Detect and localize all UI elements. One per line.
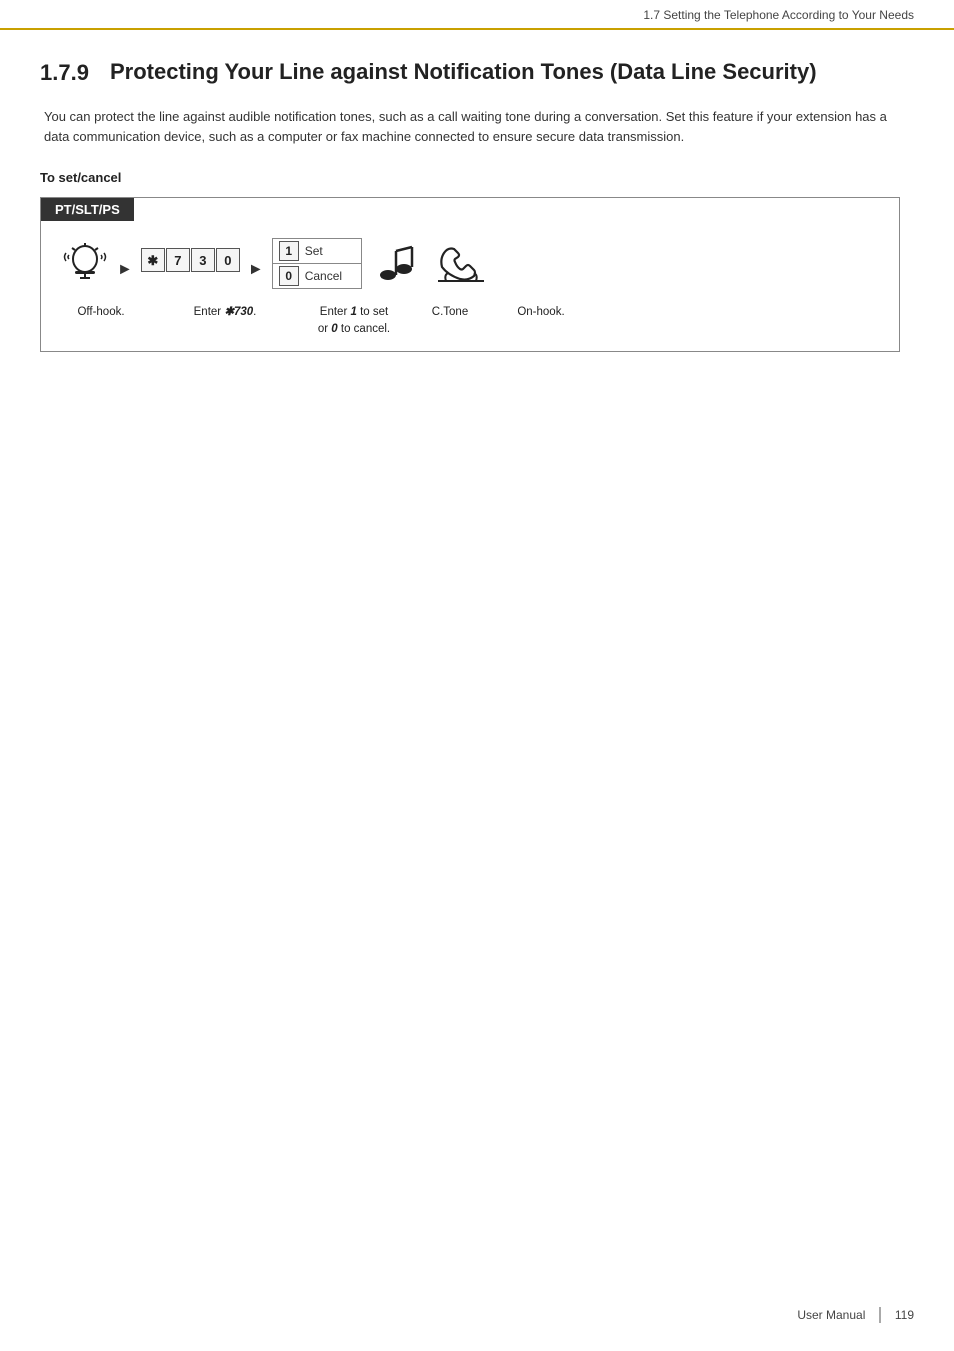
set-text: Set <box>305 245 323 257</box>
footer-text: User Manual <box>797 1308 865 1322</box>
tone-icon <box>378 236 416 290</box>
device-label-bar: PT/SLT/PS <box>41 198 899 221</box>
footer-page: 119 <box>895 1308 914 1322</box>
onhook-label-text: On-hook. <box>517 306 564 318</box>
main-content: 1.7.9 Protecting Your Line against Notif… <box>0 30 954 392</box>
set-cancel-box: 1 Set 0 Cancel <box>272 238 362 289</box>
set-key: 1 <box>279 241 299 261</box>
on-hook-step <box>432 236 490 296</box>
tone-svg <box>378 239 416 287</box>
key-3: 3 <box>191 248 215 272</box>
arrow-2: ► <box>248 243 264 297</box>
diagram-labels-row: Off-hook. Enter ✱730. Enter 1 to setor 0… <box>41 303 899 351</box>
offhook-label: Off-hook. <box>61 303 141 320</box>
cancel-key: 0 <box>279 266 299 286</box>
header-bar: 1.7 Setting the Telephone According to Y… <box>0 0 954 30</box>
description-text: You can protect the line against audible… <box>40 107 914 149</box>
arrow-1: ► <box>117 243 133 297</box>
header-title: 1.7 Setting the Telephone According to Y… <box>643 8 914 22</box>
device-label: PT/SLT/PS <box>41 198 134 221</box>
setcancel-label-text: Enter 1 to setor 0 to cancel. <box>318 306 390 335</box>
keyseq-label: Enter ✱730. <box>175 303 275 320</box>
cancel-text: Cancel <box>305 270 342 282</box>
sub-heading: To set/cancel <box>40 170 914 185</box>
key-sequence: ✱ 7 3 0 <box>141 233 240 287</box>
footer-divider <box>879 1307 881 1323</box>
tone-label: C.Tone <box>415 303 485 320</box>
onhook-svg <box>432 239 490 287</box>
offhook-label-text: Off-hook. <box>77 306 124 318</box>
onhook-label: On-hook. <box>501 303 581 320</box>
setcancel-label: Enter 1 to setor 0 to cancel. <box>309 303 399 337</box>
set-cancel-icons: 1 Set 0 Cancel <box>272 238 362 295</box>
set-cancel-step: 1 Set 0 Cancel <box>272 238 362 295</box>
off-hook-step <box>61 236 109 296</box>
cancel-row: 0 Cancel <box>273 264 361 288</box>
on-hook-icon <box>432 236 490 290</box>
section-heading: 1.7.9 Protecting Your Line against Notif… <box>40 58 914 87</box>
diagram-box: PT/SLT/PS <box>40 197 900 352</box>
diagram-row: ► ✱ 7 3 0 ► 1 <box>41 221 899 303</box>
tone-label-text: C.Tone <box>432 306 468 318</box>
section-title: Protecting Your Line against Notificatio… <box>110 58 817 87</box>
c-tone-step <box>378 236 416 296</box>
set-row: 1 Set <box>273 239 361 264</box>
keyseq-label-text: Enter ✱730. <box>194 306 257 318</box>
key-sequence-step: ✱ 7 3 0 <box>141 236 240 296</box>
footer: User Manual 119 <box>797 1307 914 1323</box>
key-seq-icons: ✱ 7 3 0 <box>141 236 240 290</box>
key-7: 7 <box>166 248 190 272</box>
offhook-svg <box>61 239 109 287</box>
off-hook-icon <box>61 236 109 290</box>
key-star: ✱ <box>141 248 165 272</box>
key-0: 0 <box>216 248 240 272</box>
section-number: 1.7.9 <box>40 58 110 86</box>
